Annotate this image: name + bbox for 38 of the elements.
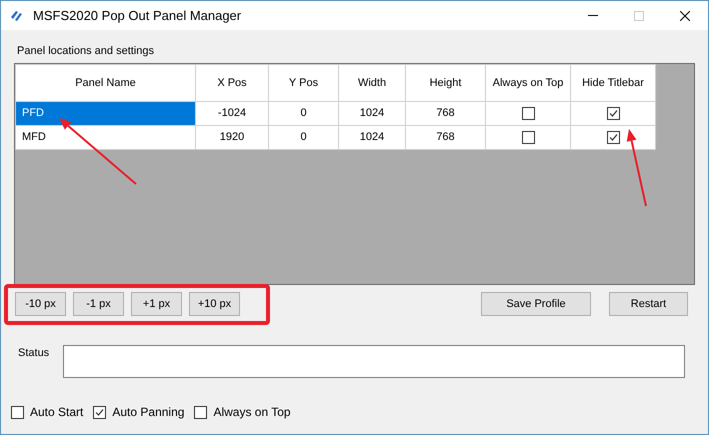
column-header[interactable]: Y Pos xyxy=(268,64,338,102)
table-cell[interactable]: 1024 xyxy=(338,102,406,126)
checkbox[interactable] xyxy=(93,406,106,418)
window-title: MSFS2020 Pop Out Panel Manager xyxy=(33,6,242,25)
action-button[interactable]: Restart xyxy=(609,292,688,316)
column-header[interactable]: Panel Name xyxy=(16,64,196,102)
app-logo-icon xyxy=(9,8,25,22)
nudge-button[interactable]: +10 px xyxy=(189,292,240,316)
nudge-button[interactable]: +1 px xyxy=(131,292,182,316)
table-cell[interactable]: PFD xyxy=(16,102,196,126)
table-cell[interactable]: 768 xyxy=(406,126,486,150)
close-icon[interactable] xyxy=(680,10,690,20)
nudge-button[interactable]: -10 px xyxy=(15,292,66,316)
table-cell[interactable]: 1920 xyxy=(196,126,268,150)
column-header[interactable]: Height xyxy=(406,64,486,102)
table-cell[interactable]: -1024 xyxy=(196,102,268,126)
checkbox-label[interactable]: Always on Top xyxy=(213,403,291,421)
action-button[interactable]: Save Profile xyxy=(481,292,591,316)
column-header[interactable]: X Pos xyxy=(196,64,268,102)
table-cell[interactable]: 0 xyxy=(268,126,338,150)
nudge-button[interactable]: -1 px xyxy=(73,292,124,316)
checkbox[interactable] xyxy=(522,106,534,120)
checkbox[interactable] xyxy=(11,406,24,418)
column-header[interactable]: Always on Top xyxy=(486,64,570,102)
checkbox-label[interactable]: Auto Start xyxy=(30,403,84,421)
group-label: Panel locations and settings xyxy=(17,44,155,57)
checkbox[interactable] xyxy=(606,130,620,144)
status-label: Status xyxy=(18,346,50,361)
table-cell[interactable]: MFD xyxy=(16,126,196,150)
column-header[interactable]: Width xyxy=(338,64,406,102)
table-cell[interactable]: 768 xyxy=(406,102,486,126)
checkbox[interactable] xyxy=(522,130,534,144)
checkbox-label[interactable]: Auto Panning xyxy=(112,403,184,421)
column-header[interactable]: Hide Titlebar xyxy=(570,64,656,102)
checkbox[interactable] xyxy=(194,406,208,418)
checkbox[interactable] xyxy=(606,106,620,120)
table-cell[interactable]: 1024 xyxy=(338,126,406,150)
table-cell[interactable]: 0 xyxy=(268,102,338,126)
